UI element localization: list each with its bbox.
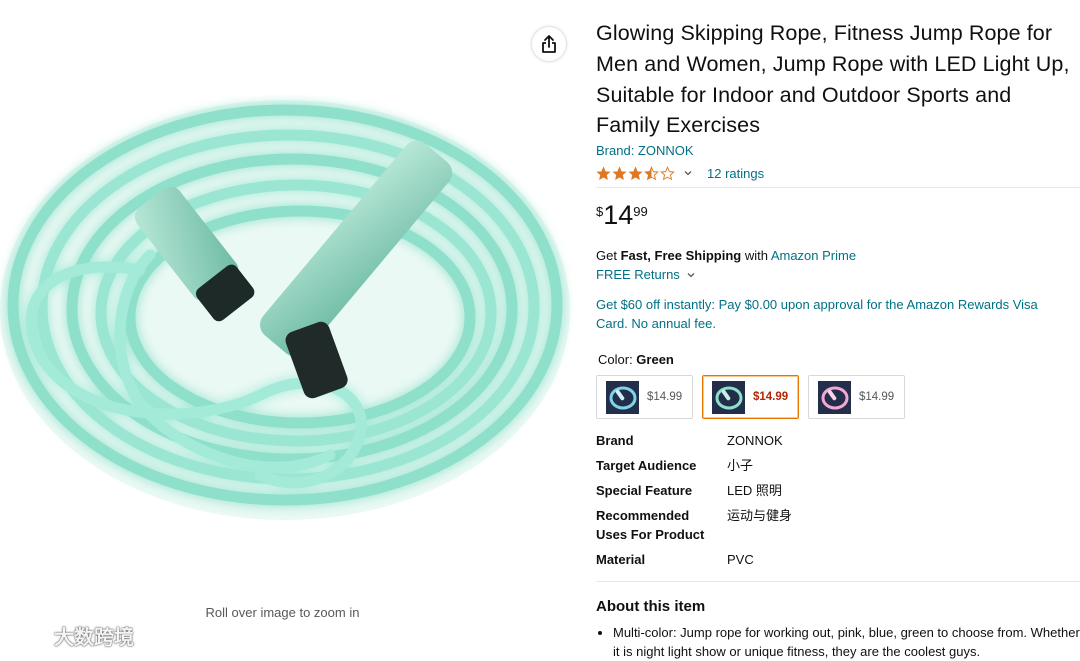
shipping-info: Get Fast, Free Shipping with Amazon Prim… (596, 248, 1080, 263)
swatch-price: $14.99 (859, 391, 895, 404)
spec-row: Recommended Uses For Product 运动与健身 (596, 506, 792, 550)
spec-key: Material (596, 552, 646, 568)
spec-row: Brand ZONNOK (596, 431, 792, 456)
shipping-prefix: Get (596, 248, 621, 264)
shipping-middle: with (741, 248, 771, 264)
product-main-image[interactable] (0, 95, 585, 545)
swatch-blue[interactable]: $14.99 (596, 375, 693, 420)
star-empty-icon (660, 165, 675, 180)
rope-thumbnail-icon (609, 386, 636, 410)
shipping-bold: Fast, Free Shipping (620, 248, 742, 264)
share-button[interactable] (532, 27, 566, 61)
watermark-logo-icon (8, 626, 47, 645)
spec-value: ZONNOK (727, 433, 783, 449)
product-specs-table: Brand ZONNOK Target Audience 小子 Special … (596, 431, 792, 575)
rope-thumbnail-icon (821, 386, 848, 410)
free-returns-link[interactable]: FREE Returns (596, 267, 1080, 282)
spec-key: Target Audience (596, 458, 697, 474)
swatch-green[interactable]: $14.99 (702, 375, 799, 420)
spec-value: 小子 (727, 458, 754, 474)
swatch-thumbnail (818, 380, 851, 414)
about-heading: About this item (596, 598, 706, 616)
watermark: 大数跨境 (8, 621, 134, 650)
image-panel: Roll over image to zoom in 大数跨境 (0, 0, 585, 653)
spec-key-line: Uses For Product (596, 527, 705, 543)
brand-link[interactable]: Brand: ZONNOK (596, 143, 694, 158)
about-bullets: Multi-color: Jump rope for working out, … (596, 623, 1080, 661)
swatch-thumbnail (712, 380, 745, 414)
swatch-price: $14.99 (753, 391, 789, 404)
free-returns-label: FREE Returns (596, 267, 680, 283)
color-label-prefix: Color: (598, 352, 637, 368)
divider (596, 581, 1080, 583)
chevron-down-icon[interactable] (683, 168, 693, 178)
price-symbol: $ (596, 204, 604, 220)
spec-row: Material PVC (596, 550, 792, 575)
price: $ 14 99 (596, 200, 1080, 234)
color-label: Color: Green (596, 352, 1080, 367)
ratings-count-link[interactable]: 12 ratings (707, 166, 764, 181)
spec-row: Target Audience 小子 (596, 456, 792, 481)
swatch-pink[interactable]: $14.99 (808, 375, 905, 420)
promo-link[interactable]: Get $60 off instantly: Pay $0.00 upon ap… (596, 295, 1066, 333)
spec-key: Special Feature (596, 483, 693, 499)
color-value: Green (636, 352, 674, 368)
swatch-price: $14.99 (647, 391, 683, 404)
chevron-down-icon (687, 272, 695, 278)
spec-value: LED 照明 (727, 483, 782, 499)
product-details: Glowing Skipping Rope, Fitness Jump Rope… (596, 18, 1080, 661)
watermark-text: 大数跨境 (54, 627, 134, 649)
star-full-icon (612, 166, 627, 180)
star-half-icon (644, 165, 659, 180)
share-icon (542, 35, 556, 53)
spec-value: 运动与健身 (727, 508, 793, 524)
spec-key: Recommended Uses For Product (596, 506, 727, 550)
rope-thumbnail-icon (715, 386, 742, 410)
price-fraction: 99 (633, 204, 648, 220)
product-title: Glowing Skipping Rope, Fitness Jump Rope… (596, 21, 1070, 138)
color-swatches: $14.99 $14.99 $14.99 (596, 375, 1080, 420)
jump-rope-image (0, 100, 570, 520)
spec-key-line: Recommended (596, 508, 690, 524)
star-full-icon (628, 166, 643, 180)
price-whole: 14 (603, 200, 634, 231)
spec-row: Special Feature LED 照明 (596, 481, 792, 506)
swatch-thumbnail (606, 380, 639, 414)
spec-key: Brand (596, 433, 634, 449)
amazon-prime-link[interactable]: Amazon Prime (771, 248, 856, 263)
star-rating[interactable] (596, 165, 675, 181)
rating-row: 12 ratings (596, 163, 1080, 183)
divider (596, 187, 1080, 189)
spec-value: PVC (727, 552, 754, 568)
bullet-item: Multi-color: Jump rope for working out, … (613, 623, 1080, 661)
zoom-hint: Roll over image to zoom in (205, 605, 360, 620)
star-full-icon (596, 166, 611, 180)
